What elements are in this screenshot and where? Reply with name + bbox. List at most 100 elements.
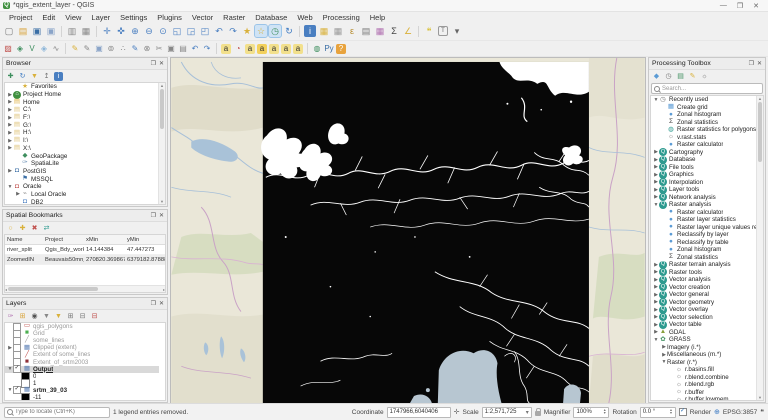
processing-options-button[interactable]: ☼ — [700, 72, 709, 81]
filter-browser-button[interactable]: ▼ — [30, 72, 39, 81]
zoom-to-selection-button[interactable]: ◲ — [185, 25, 197, 37]
copy-features-button[interactable]: ▣ — [166, 44, 176, 54]
vertex-tool-button[interactable]: ∴ — [118, 44, 128, 54]
coordinate-input[interactable]: 1747966,6040406 — [387, 407, 451, 418]
processing-item-group-file-tools[interactable]: ▶QFile tools — [651, 164, 757, 172]
processing-scrollbar[interactable]: ▲▼ — [756, 96, 763, 400]
menu-project[interactable]: Project — [4, 13, 37, 22]
scale-combobox[interactable]: 1:2,571,725▾ — [482, 407, 532, 418]
processing-item-group-graphics[interactable]: ▶QGraphics — [651, 171, 757, 179]
processing-item-group-cartography[interactable]: ▶QCartography — [651, 149, 757, 157]
osgeo-tools-button[interactable]: ◍ — [312, 44, 322, 54]
browser-item-drive-x[interactable]: ▶▤X:\ — [5, 145, 159, 153]
select-by-expression-button[interactable]: ε — [346, 25, 358, 37]
new-geopackage-layer-button[interactable]: ◈ — [15, 44, 25, 54]
browser-item-postgis[interactable]: ▶◘PostGIS — [5, 168, 159, 176]
browser-item-home[interactable]: ▶▤Home — [5, 98, 159, 106]
menu-layer[interactable]: Layer — [86, 13, 115, 22]
map-canvas[interactable] — [170, 57, 646, 404]
bookmarks-float-icon[interactable]: ❐ — [151, 212, 156, 219]
bookmark-row-river_split[interactable]: river_splitQgis_Bdy_work.q..14.14438447.… — [5, 245, 165, 255]
pan-to-selection-button[interactable]: ✜ — [115, 25, 127, 37]
show-spatial-bookmarks-button[interactable]: ☆ — [255, 25, 267, 37]
bookmarks-close-icon[interactable]: ✕ — [159, 212, 164, 219]
new-virtual-layer-button[interactable]: ∿ — [51, 44, 61, 54]
processing-item-group-database[interactable]: ▶QDatabase — [651, 156, 757, 164]
rotate-label-button[interactable]: a — [281, 44, 291, 54]
open-layer-styling-button[interactable]: ✑ — [6, 312, 15, 321]
zoom-to-layer-button[interactable]: ◰ — [199, 25, 211, 37]
bookmarks-col-name[interactable]: Name — [5, 237, 43, 243]
new-project-button[interactable]: ▢ — [3, 25, 15, 37]
open-data-source-manager-button[interactable]: ▨ — [3, 44, 13, 54]
menu-raster[interactable]: Raster — [218, 13, 250, 22]
add-bookmark-button[interactable]: ✚ — [18, 224, 27, 233]
open-project-button[interactable]: ▤ — [17, 25, 29, 37]
processing-history-button[interactable]: ◷ — [664, 72, 673, 81]
identify-features-button[interactable]: i — [304, 25, 316, 37]
add-feature-button[interactable]: ⊚ — [106, 44, 116, 54]
zoom-next-button[interactable]: ↷ — [227, 25, 239, 37]
delete-bookmark-button[interactable]: ✖ — [30, 224, 39, 233]
scale-lock-icon[interactable] — [535, 411, 541, 416]
undo-button[interactable]: ↶ — [190, 44, 200, 54]
menu-plugins[interactable]: Plugins — [152, 13, 187, 22]
layer-labeling-button[interactable]: a — [221, 44, 231, 54]
refresh-map-button[interactable]: ↻ — [283, 25, 295, 37]
processing-item-alg-r-buffer-lowmem[interactable]: ☼r.buffer.lowmem — [651, 396, 757, 400]
modify-attributes-button[interactable]: ✎ — [130, 44, 140, 54]
new-spatial-bookmark-button[interactable]: ★ — [241, 25, 253, 37]
text-annotation-button[interactable]: T — [437, 25, 449, 37]
edit-features-in-place-button[interactable]: ✎ — [688, 72, 697, 81]
zoom-to-bookmark-button[interactable]: ○ — [6, 224, 15, 233]
crs-indicator[interactable]: EPSG:3857 — [723, 409, 757, 416]
browser-item-project-home[interactable]: ▶⌂Project Home — [5, 91, 159, 99]
processing-results-viewer-button[interactable]: ▤ — [676, 72, 685, 81]
browser-item-drive-h[interactable]: ▶▤H:\ — [5, 129, 159, 137]
processing-item-alg-v-rast-stats[interactable]: ☼v.rast.stats — [651, 134, 757, 142]
menu-processing[interactable]: Processing — [318, 13, 365, 22]
processing-float-icon[interactable]: ❐ — [749, 60, 754, 67]
processing-item-group-network-analysis[interactable]: ▶QNetwork analysis — [651, 194, 757, 202]
browser-item-drive-i[interactable]: ▶▤I:\ — [5, 137, 159, 145]
annotation-dropdown-button[interactable]: ▾ — [451, 25, 463, 37]
zoom-last-button[interactable]: ↶ — [213, 25, 225, 37]
processing-item-grass-imagery[interactable]: ▶Imagery (i.*) — [651, 344, 757, 352]
processing-item-group-raster-terrain-analysis[interactable]: ▶QRaster terrain analysis — [651, 261, 757, 269]
browser-item-favorites[interactable]: ★Favorites — [5, 83, 159, 91]
menu-database[interactable]: Database — [250, 13, 292, 22]
browser-item-oracle[interactable]: ▼◘Oracle — [5, 183, 159, 191]
move-label-button[interactable]: a — [269, 44, 279, 54]
processing-item-group-raster-tools[interactable]: ▶QRaster tools — [651, 269, 757, 277]
new-shapefile-layer-button[interactable]: V — [27, 44, 37, 54]
browser-item-mssql[interactable]: ⚑MSSQL — [5, 175, 159, 183]
deselect-features-button[interactable]: ▦ — [332, 25, 344, 37]
processing-item-alg-zonal-statistics[interactable]: ΣZonal statistics — [651, 119, 757, 127]
browser-item-drive-g[interactable]: ▶▤G:\ — [5, 121, 159, 129]
menu-help[interactable]: Help — [365, 13, 390, 22]
redo-button[interactable]: ↷ — [202, 44, 212, 54]
browser-item-local-oracle[interactable]: ▶⌁Local Oracle — [5, 191, 159, 199]
render-checkbox[interactable]: ✓ — [679, 408, 687, 416]
paste-features-button[interactable]: ▤ — [178, 44, 188, 54]
add-selected-layers-button[interactable]: ✚ — [6, 72, 15, 81]
help-contents-button[interactable]: ? — [336, 44, 346, 54]
processing-item-group-vector-analysis[interactable]: ▶QVector analysis — [651, 276, 757, 284]
processing-item-group-vector-selection[interactable]: ▶QVector selection — [651, 314, 757, 322]
processing-item-alg-raster-layer-unique-values-report[interactable]: ●Raster layer unique values report — [651, 224, 757, 232]
browser-close-icon[interactable]: ✕ — [159, 60, 164, 67]
magnifier-spinbox[interactable]: 100%▲▼ — [573, 407, 609, 418]
bookmarks-col-ymin[interactable]: yMin — [125, 237, 165, 243]
processing-item-provider-gdal[interactable]: ▶▲GDAL — [651, 329, 757, 337]
processing-item-alg-reclassify-by-table[interactable]: ●Reclassify by table — [651, 239, 757, 247]
menu-view[interactable]: View — [60, 13, 86, 22]
menu-settings[interactable]: Settings — [115, 13, 152, 22]
zoom-full-button[interactable]: ◱ — [171, 25, 183, 37]
show-layout-manager-button[interactable]: ▦ — [80, 25, 92, 37]
expand-all-layers-button[interactable]: ⊞ — [66, 312, 75, 321]
processing-item-alg-r-buffer[interactable]: ☼r.buffer — [651, 389, 757, 397]
layers-float-icon[interactable]: ❐ — [151, 300, 156, 307]
layer-output-checkbox[interactable]: ✓ — [13, 365, 21, 373]
save-project-as-button[interactable]: ▣ — [45, 25, 57, 37]
processing-item-group-interpolation[interactable]: ▶QInterpolation — [651, 179, 757, 187]
